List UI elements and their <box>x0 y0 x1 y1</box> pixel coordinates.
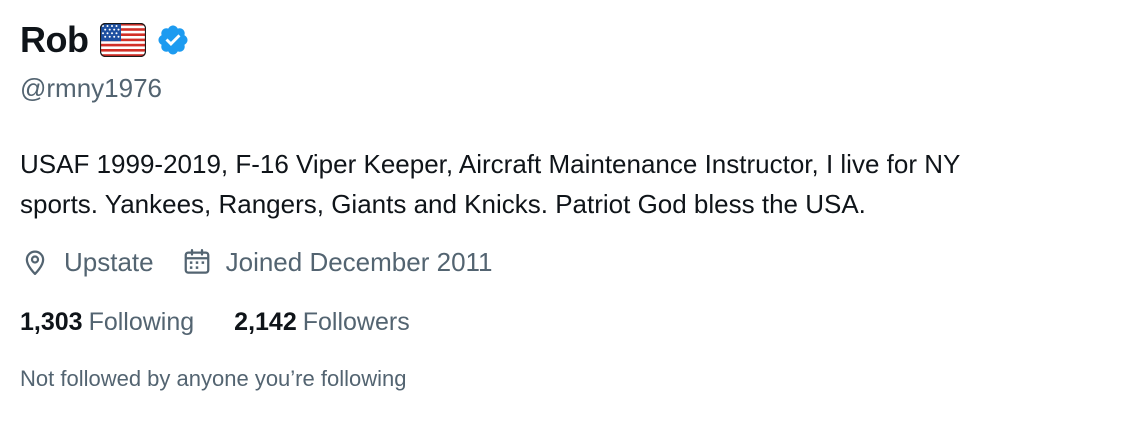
location-item: Upstate <box>20 246 154 278</box>
name-row: Rob <box>20 18 1130 62</box>
calendar-icon <box>184 249 209 274</box>
profile-bio: USAF 1999-2019, F-16 Viper Keeper, Aircr… <box>20 149 961 219</box>
followed-by-text: Not followed by anyone you’re following <box>20 366 407 391</box>
user-handle: @rmny1976 <box>20 73 163 103</box>
followers-link[interactable]: 2,142 Followers <box>234 306 410 338</box>
joined-date: Joined December 2011 <box>225 247 493 277</box>
us-flag-icon <box>100 23 147 57</box>
following-label: Following <box>88 308 195 336</box>
joined-item: Joined December 2011 <box>182 246 493 278</box>
location-pin-icon <box>25 250 45 275</box>
following-count: 1,303 <box>20 308 83 336</box>
location-text: Upstate <box>64 247 154 277</box>
display-name: Rob <box>20 19 89 60</box>
follow-stats: 1,303 Following 2,142 Followers <box>20 306 1130 338</box>
followers-label: Followers <box>302 308 410 336</box>
verified-badge-icon[interactable] <box>156 23 190 57</box>
followers-count: 2,142 <box>234 308 297 336</box>
following-link[interactable]: 1,303 Following <box>20 306 194 338</box>
profile-meta: Upstate Joined December 2011 <box>20 246 1130 278</box>
profile-header: Rob @rmny1976 USAF 1999-2019, F-16 Viper… <box>20 18 1130 394</box>
